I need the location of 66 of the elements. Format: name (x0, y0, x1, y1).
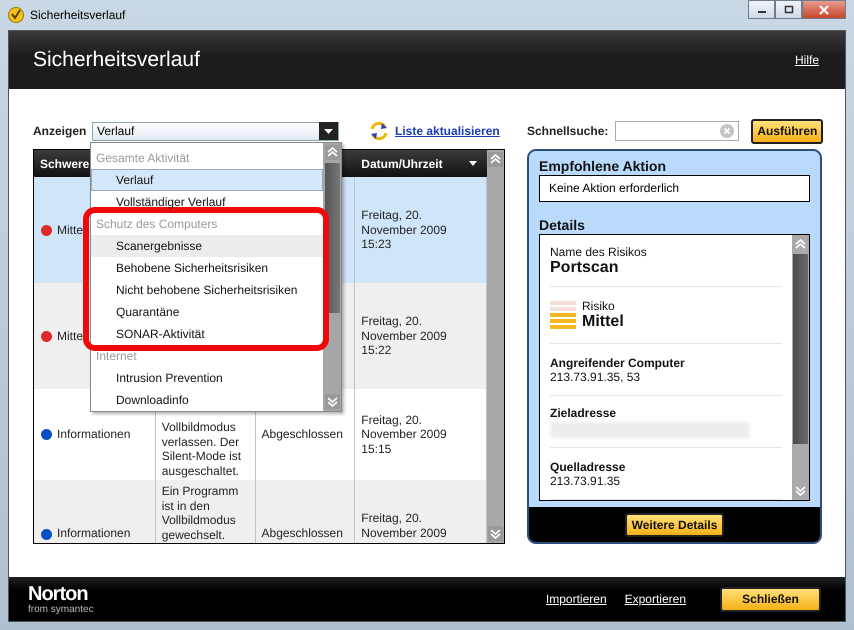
footer-link[interactable]: Exportieren (624, 592, 686, 606)
maximize-icon (784, 5, 794, 14)
detail-value: 213.73.91.35, 53 (550, 370, 642, 384)
scrollbar[interactable] (487, 150, 504, 543)
dropdown-option[interactable]: Verlauf (91, 169, 323, 191)
close-button[interactable] (802, 0, 846, 19)
scrollbar[interactable] (792, 235, 809, 500)
section-title: Empfohlene Aktion (539, 158, 668, 174)
refresh-icon[interactable] (369, 121, 389, 141)
dropdown-option[interactable]: Scanergebnisse (91, 235, 323, 257)
scroll-down-icon (324, 394, 340, 409)
datetime-text: Freitag, 20. November 2009 15:23 (361, 208, 448, 252)
logo-subtext: from symantec (28, 604, 94, 614)
footer-link[interactable]: Importieren (546, 592, 607, 606)
quick-search-label: Schnellsuche: (527, 124, 608, 138)
status-text: Abgeschlossen (262, 427, 343, 442)
status-text: Abgeschlossen (262, 526, 343, 540)
close-dialog-button[interactable]: Schließen (720, 586, 821, 612)
column-header[interactable]: Datum/Uhrzeit (355, 150, 487, 177)
datetime-text: Freitag, 20. November 2009 15:22 (361, 314, 448, 358)
more-details-button[interactable]: Weitere Details (624, 512, 724, 536)
filter-label: Anzeigen (33, 124, 88, 138)
help-link[interactable]: Hilfe (794, 53, 819, 67)
description-text: Vollbildmodus verlassen. Der Silent-Mode ist ausgeschaltet. (162, 420, 242, 478)
dropdown-option[interactable]: Intrusion Prevention (91, 367, 323, 389)
severity-text: Informationen (57, 427, 130, 442)
description-text: Ein Programm ist in den Vollbildmodus gewechselt. (162, 484, 240, 542)
detail-value: Portscan (550, 258, 620, 276)
section-title: Details (539, 217, 586, 233)
detail-label: Risiko (582, 299, 616, 313)
group-header: Gesamte Aktivität (95, 150, 190, 167)
dropdown-option[interactable]: Vollständiger Verlauf (91, 191, 323, 213)
dropdown-option[interactable]: Nicht behobene Sicherheitsrisiken (91, 279, 323, 301)
minimize-button[interactable] (748, 0, 775, 19)
detail-value: Mittel (582, 313, 624, 331)
datetime-text: Freitag, 20. November 2009 (361, 511, 448, 540)
severity-text: Mitte (57, 222, 84, 238)
detail-value: 213.73.91.35 (550, 474, 622, 488)
dropdown-option[interactable]: Quarantäne (91, 301, 323, 323)
severity-text: Mitte (57, 328, 84, 344)
detail-label: Angreifender Computer (550, 356, 686, 370)
group-header: Internet (95, 348, 138, 365)
detail-label: Quelladresse (550, 460, 626, 474)
search-field[interactable] (615, 121, 740, 141)
risk-level-icon (550, 301, 576, 329)
detail-label: Name des Risikos (550, 244, 648, 258)
severity-text: Informationen (57, 526, 130, 540)
logo-text: Norton (28, 584, 89, 604)
table-row[interactable]: Informationen Ein Programm ist in den Vollbildmodus gewechselt. Abgeschlossen Freitag, 20. November 2009 (34, 480, 487, 543)
dropdown-option[interactable]: SONAR-Aktivität (91, 323, 323, 345)
sort-caret-icon (469, 161, 477, 166)
filter-dropdown[interactable]: Verlauf (92, 122, 339, 140)
datetime-text: Freitag, 20. November 2009 15:15 (361, 412, 448, 456)
dropdown-option[interactable]: Behobene Sicherheitsrisiken (91, 257, 323, 279)
run-button[interactable]: Ausführen (751, 118, 824, 144)
scroll-up-icon (324, 145, 340, 160)
close-icon (818, 4, 830, 14)
detail-label: Zieladresse (550, 406, 618, 420)
app-icon (8, 7, 24, 23)
refresh-link[interactable]: Liste aktualisieren (395, 124, 500, 138)
dropdown-option[interactable]: Downloadinfo (91, 389, 323, 411)
group-header: Schutz des Computers (95, 216, 218, 233)
maximize-button[interactable] (775, 0, 802, 19)
window-title: Sicherheitsverlauf (30, 8, 126, 22)
recommendation-box: Keine Aktion erforderlich (539, 175, 810, 202)
page-title: Sicherheitsverlauf (33, 48, 200, 72)
